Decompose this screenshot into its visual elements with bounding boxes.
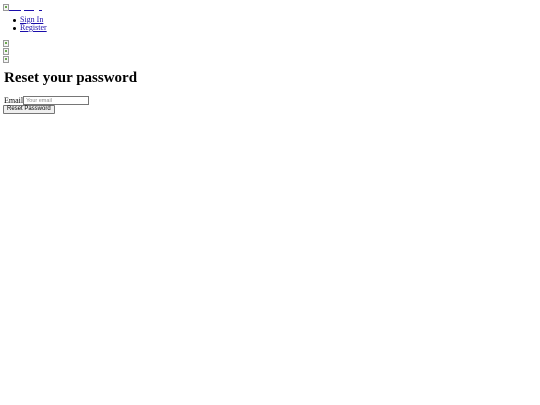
broken-image-icon bbox=[3, 48, 9, 55]
nav-item-register: Register bbox=[12, 24, 47, 32]
reset-password-button[interactable]: Reset Password bbox=[3, 105, 55, 114]
logo-broken-image-icon[interactable] bbox=[3, 4, 9, 11]
header-link-2[interactable] bbox=[24, 3, 34, 11]
email-field[interactable] bbox=[23, 96, 90, 105]
header-link-3[interactable] bbox=[39, 3, 42, 11]
site-header bbox=[3, 3, 42, 11]
broken-image-icon bbox=[3, 56, 9, 63]
page-title: Reset your password bbox=[4, 70, 138, 86]
broken-image-icon bbox=[3, 40, 9, 47]
email-label: Email bbox=[4, 96, 24, 105]
email-row: Email bbox=[4, 96, 90, 105]
header-link-1[interactable] bbox=[9, 3, 21, 11]
auth-nav: Sign In Register bbox=[12, 16, 47, 32]
image-stack bbox=[3, 40, 9, 64]
register-link[interactable]: Register bbox=[20, 23, 47, 32]
